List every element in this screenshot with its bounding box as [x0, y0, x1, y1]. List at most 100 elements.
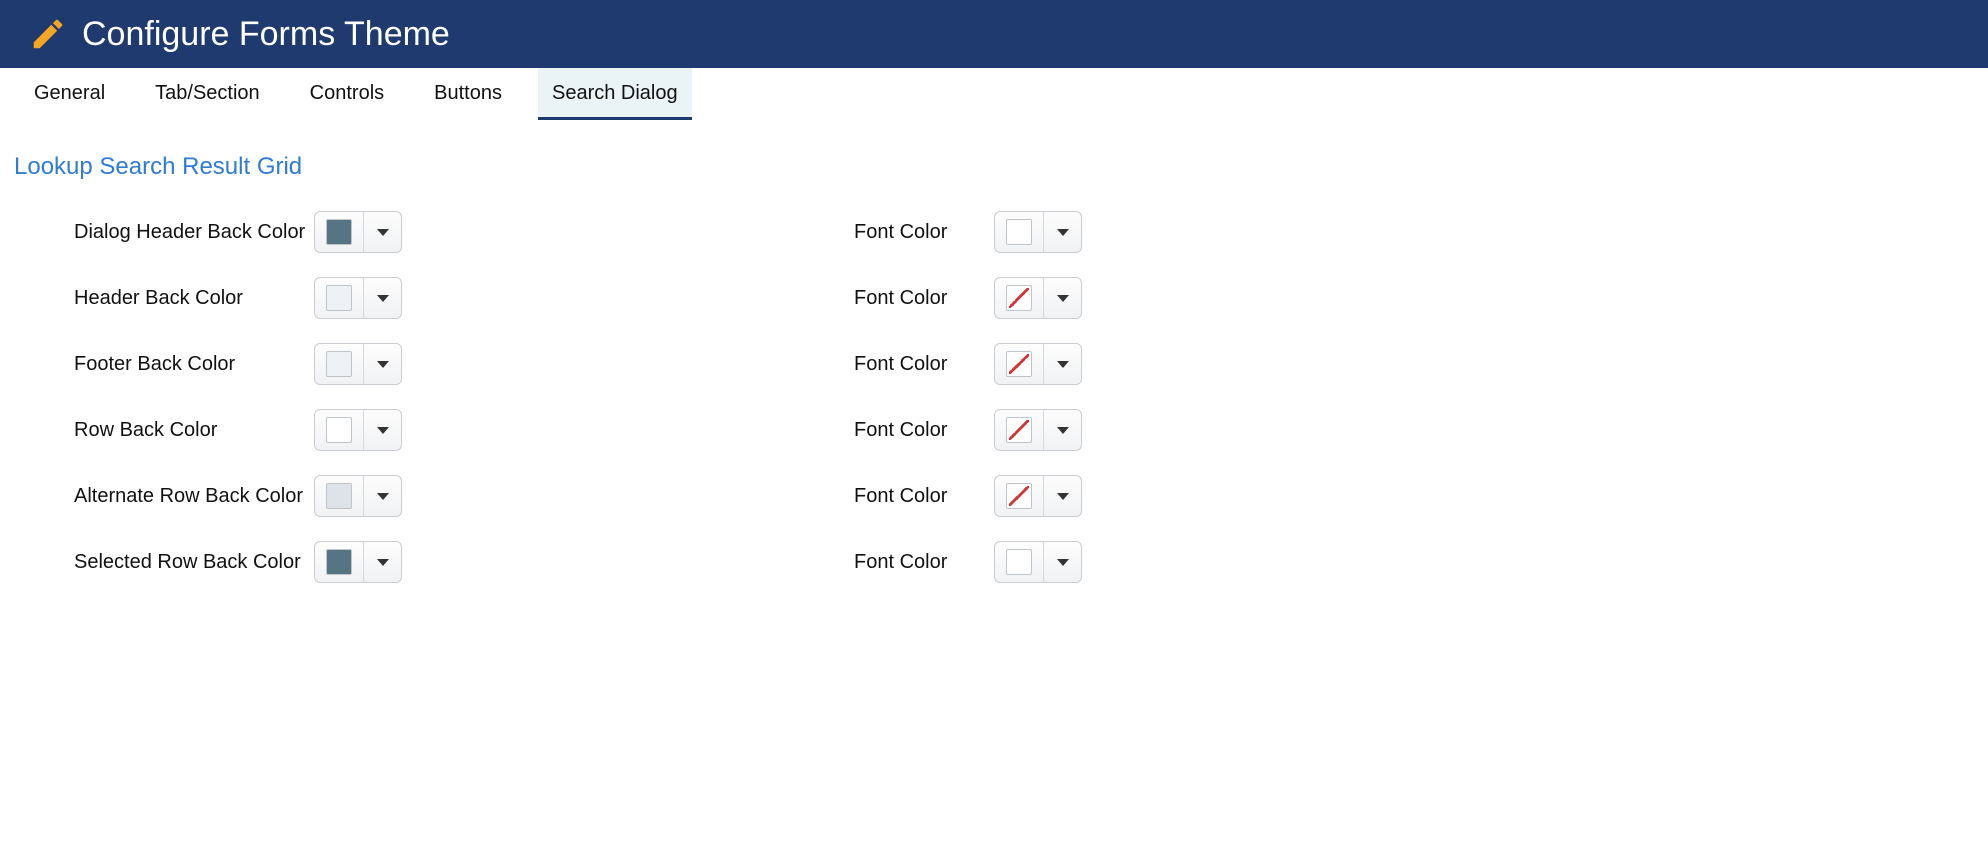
setting-row: Dialog Header Back Color Font Color: [14, 199, 1974, 265]
font-color-label: Font Color: [854, 287, 994, 310]
back-color-picker-cell: [314, 277, 854, 319]
color-swatch-slot: [315, 344, 363, 384]
back-color-label: Alternate Row Back Color: [14, 485, 314, 508]
setting-row: Footer Back Color Font Color: [14, 331, 1974, 397]
font-color-picker[interactable]: [994, 541, 1082, 583]
font-color-picker-cell: [994, 343, 1082, 385]
section-title: Lookup Search Result Grid: [0, 121, 1988, 199]
chevron-down-icon: [377, 493, 389, 500]
color-swatch-slot: [995, 410, 1043, 450]
back-color-picker[interactable]: [314, 343, 402, 385]
font-color-picker[interactable]: [994, 409, 1082, 451]
chevron-down-icon: [377, 427, 389, 434]
setting-row: Header Back ColorFont Color: [14, 265, 1974, 331]
font-color-label: Font Color: [854, 353, 994, 376]
tab-general[interactable]: General: [20, 68, 119, 120]
tab-bar: General Tab/Section Controls Buttons Search …: [0, 68, 1988, 121]
tab-controls[interactable]: Controls: [296, 68, 398, 120]
color-swatch: [326, 549, 352, 575]
back-color-picker-cell: [314, 343, 854, 385]
tab-label: Controls: [310, 82, 384, 104]
no-color-swatch: [1006, 417, 1032, 443]
back-color-picker[interactable]: [314, 409, 402, 451]
dropdown-toggle[interactable]: [363, 278, 401, 318]
tab-label: General: [34, 82, 105, 104]
font-color-picker-cell: [994, 475, 1082, 517]
color-swatch: [326, 417, 352, 443]
back-color-picker-cell: [314, 541, 854, 583]
dropdown-toggle[interactable]: [363, 476, 401, 516]
dropdown-toggle[interactable]: [363, 410, 401, 450]
color-swatch-slot: [995, 476, 1043, 516]
dropdown-toggle[interactable]: [1043, 542, 1081, 582]
tab-search-dialog[interactable]: Search Dialog: [538, 68, 692, 120]
color-swatch-slot: [995, 344, 1043, 384]
font-color-picker[interactable]: [994, 475, 1082, 517]
dropdown-toggle[interactable]: [363, 212, 401, 252]
tab-label: Buttons: [434, 82, 502, 104]
page-title: Configure Forms Theme: [82, 15, 450, 54]
no-color-swatch: [1006, 483, 1032, 509]
font-color-picker-cell: [994, 277, 1082, 319]
back-color-label: Dialog Header Back Color: [14, 221, 314, 244]
tab-label: Search Dialog: [552, 82, 678, 104]
dropdown-toggle[interactable]: [1043, 410, 1081, 450]
back-color-label: Row Back Color: [14, 419, 314, 442]
color-swatch-slot: [315, 542, 363, 582]
font-color-picker[interactable]: [994, 343, 1082, 385]
dropdown-toggle[interactable]: [1043, 476, 1081, 516]
color-swatch-slot: [315, 278, 363, 318]
dropdown-toggle[interactable]: [363, 344, 401, 384]
color-swatch-slot: [995, 542, 1043, 582]
color-swatch: [1006, 219, 1032, 245]
font-color-label: Font Color: [854, 221, 994, 244]
chevron-down-icon: [1057, 559, 1069, 566]
setting-row: Selected Row Back ColorFont Color: [14, 529, 1974, 595]
chevron-down-icon: [1057, 361, 1069, 368]
tab-buttons[interactable]: Buttons: [420, 68, 516, 120]
setting-row: Row Back Color Font Color: [14, 397, 1974, 463]
dropdown-toggle[interactable]: [1043, 344, 1081, 384]
no-color-swatch: [1006, 351, 1032, 377]
no-color-swatch: [1006, 285, 1032, 311]
font-color-label: Font Color: [854, 551, 994, 574]
page-header: Configure Forms Theme: [0, 0, 1988, 68]
font-color-picker-cell: [994, 541, 1082, 583]
font-color-label: Font Color: [854, 419, 994, 442]
setting-row: Alternate Row Back Color Font Color: [14, 463, 1974, 529]
back-color-picker[interactable]: [314, 475, 402, 517]
chevron-down-icon: [1057, 493, 1069, 500]
font-color-picker-cell: [994, 409, 1082, 451]
chevron-down-icon: [1057, 295, 1069, 302]
back-color-picker-cell: [314, 409, 854, 451]
color-swatch-slot: [315, 410, 363, 450]
tab-label: Tab/Section: [155, 82, 260, 104]
color-swatch-slot: [995, 212, 1043, 252]
font-color-label: Font Color: [854, 485, 994, 508]
color-swatch: [1006, 549, 1032, 575]
dropdown-toggle[interactable]: [1043, 212, 1081, 252]
pencil-icon: [28, 14, 68, 54]
back-color-picker[interactable]: [314, 541, 402, 583]
back-color-picker[interactable]: [314, 277, 402, 319]
color-swatch: [326, 483, 352, 509]
tab-tab-section[interactable]: Tab/Section: [141, 68, 274, 120]
chevron-down-icon: [377, 295, 389, 302]
back-color-picker[interactable]: [314, 211, 402, 253]
dropdown-toggle[interactable]: [1043, 278, 1081, 318]
dropdown-toggle[interactable]: [363, 542, 401, 582]
back-color-label: Footer Back Color: [14, 353, 314, 376]
color-swatch: [326, 219, 352, 245]
color-swatch: [326, 351, 352, 377]
color-swatch: [326, 285, 352, 311]
chevron-down-icon: [377, 361, 389, 368]
font-color-picker-cell: [994, 211, 1082, 253]
color-swatch-slot: [315, 476, 363, 516]
back-color-picker-cell: [314, 475, 854, 517]
chevron-down-icon: [377, 229, 389, 236]
color-swatch-slot: [315, 212, 363, 252]
back-color-picker-cell: [314, 211, 854, 253]
font-color-picker[interactable]: [994, 277, 1082, 319]
font-color-picker[interactable]: [994, 211, 1082, 253]
chevron-down-icon: [1057, 229, 1069, 236]
